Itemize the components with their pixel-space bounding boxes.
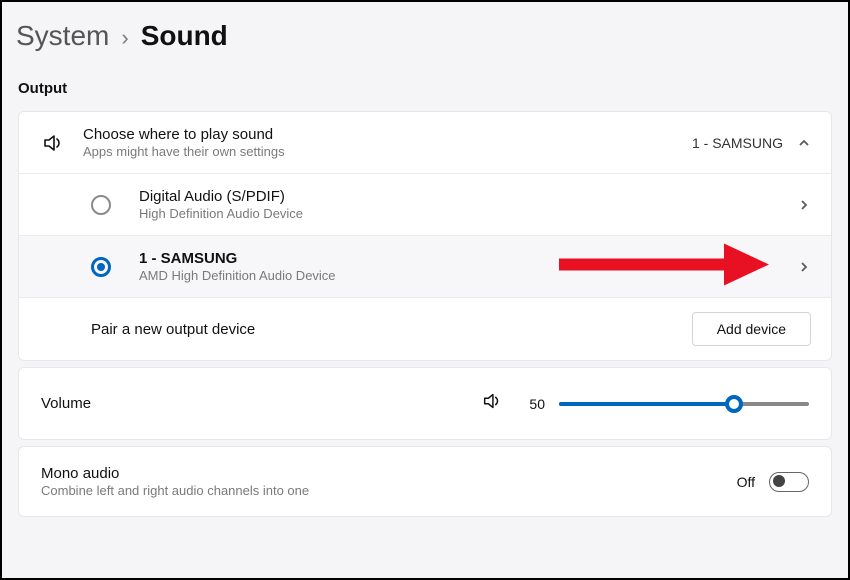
radio-checked-icon[interactable] — [91, 257, 111, 277]
volume-card: Volume 50 — [18, 367, 832, 440]
device-name: Digital Audio (S/PDIF) — [139, 188, 781, 205]
choose-output-title: Choose where to play sound — [83, 126, 676, 143]
mono-audio-subtitle: Combine left and right audio channels in… — [41, 483, 723, 498]
output-section-label: Output — [2, 60, 848, 105]
speaker-icon[interactable] — [481, 390, 503, 417]
add-device-button[interactable]: Add device — [692, 312, 811, 346]
device-name: 1 - SAMSUNG — [139, 250, 781, 267]
chevron-right-icon[interactable] — [797, 260, 811, 274]
breadcrumb-parent[interactable]: System — [16, 20, 109, 52]
choose-output-subtitle: Apps might have their own settings — [83, 144, 676, 159]
pair-device-label: Pair a new output device — [91, 321, 676, 338]
output-device-item[interactable]: 1 - SAMSUNG AMD High Definition Audio De… — [19, 236, 831, 298]
volume-slider[interactable] — [559, 395, 809, 413]
radio-unchecked-icon[interactable] — [91, 195, 111, 215]
volume-value: 50 — [517, 396, 545, 412]
breadcrumb-current: Sound — [141, 20, 228, 52]
speaker-icon — [39, 131, 67, 155]
breadcrumb: System › Sound — [2, 2, 848, 60]
mono-audio-title: Mono audio — [41, 465, 723, 482]
mono-toggle[interactable] — [769, 472, 809, 492]
current-output-value: 1 - SAMSUNG — [692, 135, 783, 151]
volume-label: Volume — [41, 395, 467, 412]
output-devices-card: Choose where to play sound Apps might ha… — [18, 111, 832, 361]
device-driver: AMD High Definition Audio Device — [139, 268, 781, 283]
output-device-item[interactable]: Digital Audio (S/PDIF) High Definition A… — [19, 174, 831, 236]
chevron-right-icon[interactable] — [797, 198, 811, 212]
chevron-right-icon: › — [121, 25, 128, 51]
chevron-up-icon — [797, 136, 811, 150]
mono-toggle-state: Off — [737, 474, 755, 490]
choose-output-row[interactable]: Choose where to play sound Apps might ha… — [19, 112, 831, 174]
device-driver: High Definition Audio Device — [139, 206, 781, 221]
pair-device-row: Pair a new output device Add device — [19, 298, 831, 360]
mono-audio-card: Mono audio Combine left and right audio … — [18, 446, 832, 517]
